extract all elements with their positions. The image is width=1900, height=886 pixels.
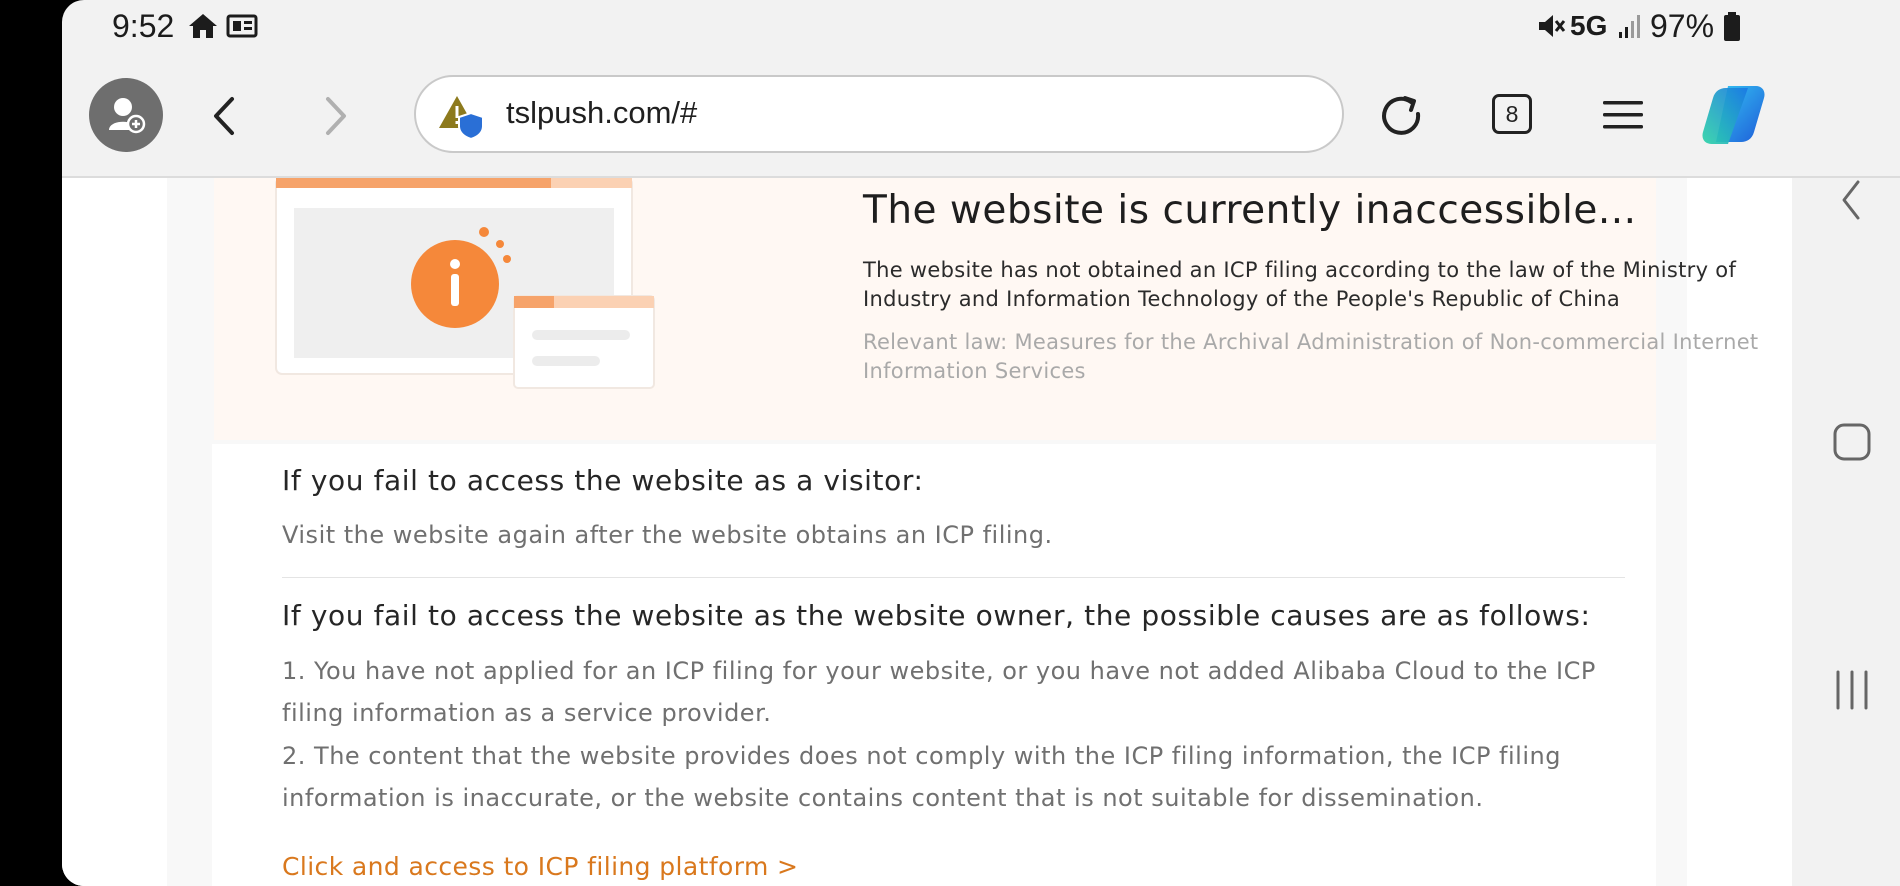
profile-button[interactable] [89, 78, 163, 152]
notification-icon [226, 14, 258, 38]
icp-platform-link[interactable]: Click and access to ICP filing platform … [282, 852, 798, 881]
page-gutter [62, 178, 167, 886]
clock: 9:52 [112, 8, 175, 44]
battery-percent: 97% [1650, 8, 1715, 44]
web-page: The website is currently inaccessible...… [62, 178, 1792, 886]
phone-screen: 9:52 5G 97% tslpush.com/# 8 The website … [62, 0, 1900, 886]
page-title: The website is currently inaccessible... [863, 188, 1637, 233]
site-warning-icon [439, 96, 484, 141]
profile-icon [109, 98, 146, 134]
network-type: 5G [1570, 10, 1608, 41]
system-navigation-bar [1792, 178, 1900, 886]
battery-icon [1724, 12, 1740, 41]
signal-icon [1619, 15, 1640, 38]
hero-banner: The website is currently inaccessible...… [214, 178, 1758, 440]
info-illustration [275, 178, 655, 389]
reload-icon[interactable] [1378, 92, 1426, 140]
forward-icon[interactable] [320, 96, 350, 136]
nav-home-icon[interactable] [1832, 422, 1872, 462]
mute-icon [1539, 15, 1566, 37]
visitor-text: Visit the website again after the websit… [282, 521, 1053, 549]
url-text: tslpush.com/# [506, 95, 698, 130]
relevant-law: Relevant law: Measures for the Archival … [863, 330, 1759, 383]
cause-2-line-1: 2. The content that the website provides… [282, 742, 1561, 770]
copilot-icon[interactable] [1698, 82, 1768, 148]
page-description: The website has not obtained an ICP fili… [863, 258, 1737, 311]
tabs-button[interactable]: 8 [1492, 94, 1532, 134]
address-bar[interactable]: tslpush.com/# [414, 75, 1344, 153]
cause-1-line-2: filing information as a service provider… [282, 699, 772, 727]
cause-2-line-2: information is inaccurate, or the websit… [282, 784, 1484, 812]
menu-icon[interactable] [1602, 98, 1644, 132]
owner-heading: If you fail to access the website as the… [282, 599, 1591, 632]
back-icon[interactable] [210, 96, 240, 136]
section-divider [282, 577, 1625, 578]
home-icon [189, 14, 217, 38]
visitor-heading: If you fail to access the website as a v… [282, 464, 924, 497]
nav-recents-icon[interactable] [1834, 670, 1870, 710]
status-bar: 9:52 5G 97% [62, 0, 1900, 54]
nav-back-icon[interactable] [1838, 178, 1864, 222]
cause-1-line-1: 1. You have not applied for an ICP filin… [282, 657, 1596, 685]
browser-toolbar: tslpush.com/# 8 [62, 54, 1900, 178]
